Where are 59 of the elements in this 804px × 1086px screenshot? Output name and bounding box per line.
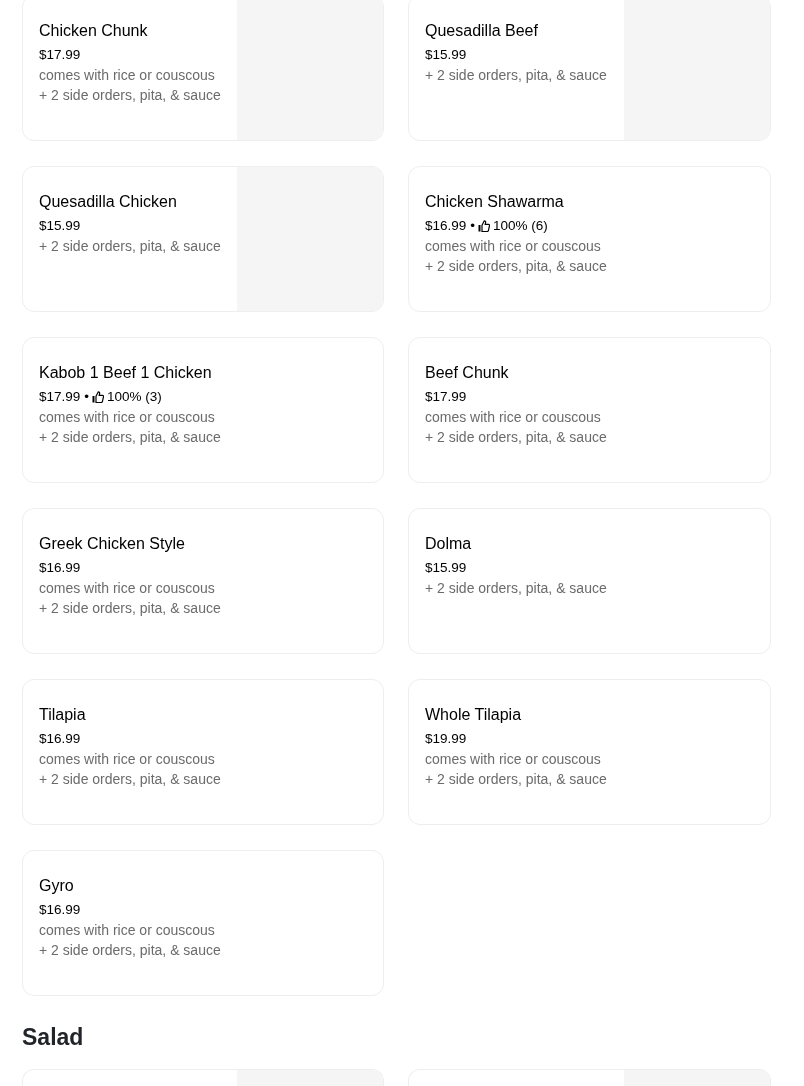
item-price: $16.99 bbox=[425, 217, 467, 235]
item-price: $17.99 bbox=[39, 388, 81, 406]
separator-dot: • bbox=[470, 217, 476, 235]
item-description: + 2 side orders, pita, & sauce bbox=[425, 66, 608, 85]
rating-text: 100% (3) bbox=[107, 388, 162, 406]
item-description: + 2 side orders, pita, & sauce bbox=[425, 257, 608, 276]
item-name: Kabob 1 Beef 1 Chicken bbox=[39, 363, 213, 383]
item-price: $17.99 bbox=[425, 388, 468, 406]
item-price: $17.99 bbox=[39, 46, 82, 64]
item-description: + 2 side orders, pita, & sauce bbox=[39, 770, 222, 789]
item-description: + 2 side orders, pita, & sauce bbox=[39, 86, 221, 105]
item-price: $16.99 bbox=[39, 559, 82, 577]
item-description: + 2 side orders, pita, & sauce bbox=[39, 941, 222, 960]
item-description: comes with rice or couscous bbox=[425, 750, 602, 769]
menu-item-card[interactable]: Chicken Shawarma $16.99 • 100% (6) comes with rice or couscous + 2 side orders, pita, & sauce bbox=[408, 166, 771, 312]
item-name: Greek Chicken Style bbox=[39, 534, 186, 554]
item-description: comes with rice or couscous bbox=[425, 237, 602, 256]
item-price: $15.99 bbox=[425, 559, 468, 577]
item-price: $16.99 bbox=[39, 730, 82, 748]
menu-item-card[interactable]: Kabob 1 Beef 1 Chicken $17.99 • 100% (3) comes with rice or couscous + 2 side orders, pita, & sauce bbox=[22, 337, 384, 483]
item-name: Dolma bbox=[425, 534, 473, 554]
separator-dot: • bbox=[84, 388, 90, 406]
item-name: Quesadilla Beef bbox=[425, 21, 539, 41]
item-name: Chicken Chunk bbox=[39, 21, 149, 41]
item-price: $16.99 bbox=[39, 901, 82, 919]
menu-item-card[interactable]: Quesadilla Chicken $15.99 + 2 side orders, pita, & sauce bbox=[22, 166, 384, 312]
item-name: Chicken Shawarma bbox=[425, 192, 565, 212]
item-description: comes with rice or couscous bbox=[39, 750, 216, 769]
menu-item-card[interactable]: Whole Tilapia $19.99 comes with rice or couscous + 2 side orders, pita, & sauce bbox=[408, 679, 771, 825]
item-price: $15.99 bbox=[39, 217, 82, 235]
item-name: Whole Tilapia bbox=[425, 705, 523, 725]
item-name: Beef Chunk bbox=[425, 363, 510, 383]
section-heading: Salad bbox=[22, 1023, 85, 1052]
menu-item-card[interactable]: Greek Chicken Style $16.99 comes with rice or couscous + 2 side orders, pita, & sauce bbox=[22, 508, 384, 654]
item-description: comes with rice or couscous bbox=[39, 921, 216, 940]
item-description: + 2 side orders, pita, & sauce bbox=[39, 428, 222, 447]
menu-item-card[interactable]: Chicken Chunk $17.99 comes with rice or couscous + 2 side orders, pita, & sauce bbox=[22, 0, 384, 141]
item-description: + 2 side orders, pita, & sauce bbox=[425, 579, 608, 598]
item-description: comes with rice or couscous bbox=[39, 579, 216, 598]
item-price: $19.99 bbox=[425, 730, 468, 748]
menu-item-card[interactable]: Quesadilla Beef $15.99 + 2 side orders, pita, & sauce bbox=[408, 0, 771, 141]
menu-item-card[interactable]: Tilapia $16.99 comes with rice or couscous + 2 side orders, pita, & sauce bbox=[22, 679, 384, 825]
item-name: Tilapia bbox=[39, 705, 87, 725]
item-price: $15.99 bbox=[425, 46, 468, 64]
item-name: Gyro bbox=[39, 876, 75, 896]
item-description: + 2 side orders, pita, & sauce bbox=[425, 770, 608, 789]
item-name: Quesadilla Chicken bbox=[39, 192, 178, 212]
item-description: comes with rice or couscous bbox=[39, 408, 216, 427]
item-description: + 2 side orders, pita, & sauce bbox=[39, 237, 221, 256]
menu-item-card[interactable]: Dolma $15.99 + 2 side orders, pita, & sauce bbox=[408, 508, 771, 654]
item-description: + 2 side orders, pita, & sauce bbox=[39, 599, 222, 618]
rating-text: 100% (6) bbox=[493, 217, 548, 235]
item-description: + 2 side orders, pita, & sauce bbox=[425, 428, 608, 447]
menu-item-card[interactable]: Beef Chunk $17.99 comes with rice or couscous + 2 side orders, pita, & sauce bbox=[408, 337, 771, 483]
item-description: comes with rice or couscous bbox=[39, 66, 216, 85]
menu-item-card[interactable]: Gyro $16.99 comes with rice or couscous + 2 side orders, pita, & sauce bbox=[22, 850, 384, 996]
thumbs-up-icon bbox=[478, 220, 491, 232]
thumbs-up-icon bbox=[92, 391, 105, 403]
item-description: comes with rice or couscous bbox=[425, 408, 602, 427]
